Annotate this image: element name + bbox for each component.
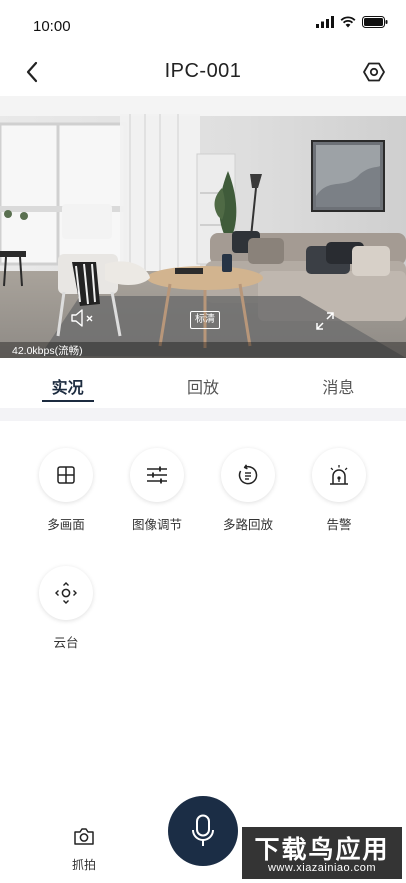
multi-screen-label: 多画面	[47, 517, 85, 532]
page-title: IPC-001	[164, 60, 242, 82]
alarm-label: 告警	[326, 517, 352, 532]
tab-live[interactable]: 实况	[0, 358, 135, 408]
snapshot-label: 抓拍	[71, 858, 96, 872]
multi-playback-circle	[221, 448, 275, 502]
talk-button[interactable]	[168, 796, 238, 866]
watermark-url: www.xiazainiao.com	[267, 862, 377, 874]
sliders-icon	[147, 466, 167, 484]
section-divider	[0, 408, 406, 421]
tab-messages[interactable]: 消息	[271, 358, 406, 408]
multi-screen-button[interactable]: 多画面	[26, 448, 106, 533]
expand-icon	[316, 312, 334, 330]
watermark-main-text: 下载鸟应用	[254, 835, 390, 864]
multi-playback-label: 多路回放	[222, 517, 273, 532]
camera-icon	[74, 828, 94, 845]
live-video-view[interactable]: 标清 42.0kbps(流畅)	[0, 96, 406, 358]
playback-icon	[238, 464, 258, 485]
bitrate-text: 42.0kbps(流畅)	[12, 345, 83, 357]
alarm-circle	[312, 448, 366, 502]
battery-icon	[362, 16, 388, 28]
tab-playback[interactable]: 回放	[135, 358, 270, 408]
nav-bar: IPC-001	[0, 50, 406, 96]
ptz-label: 云台	[53, 635, 79, 650]
ptz-button[interactable]: 云台	[26, 566, 106, 651]
status-time: 10:00	[33, 18, 71, 35]
settings-button[interactable]	[360, 58, 388, 86]
status-bar: 10:00	[0, 0, 406, 50]
fullscreen-button[interactable]	[314, 310, 336, 332]
status-icons	[316, 16, 388, 28]
microphone-icon	[192, 814, 214, 846]
signal-icon	[316, 16, 334, 28]
ptz-icon	[55, 582, 77, 604]
tab-bar: 实况 回放 消息	[0, 358, 406, 408]
bitrate-bar: 42.0kbps(流畅)	[0, 342, 406, 358]
mute-button[interactable]	[70, 308, 96, 328]
image-adjust-button[interactable]: 图像调节	[117, 448, 197, 533]
speaker-muted-icon	[71, 309, 93, 327]
image-adjust-label: 图像调节	[131, 517, 182, 532]
multi-screen-icon	[57, 466, 75, 484]
wifi-icon	[340, 16, 356, 28]
snapshot-button[interactable]: 抓拍	[54, 826, 114, 873]
ptz-circle	[39, 566, 93, 620]
multi-playback-button[interactable]: 多路回放	[208, 448, 288, 533]
image-adjust-circle	[130, 448, 184, 502]
alarm-icon	[330, 465, 348, 485]
gear-icon	[363, 62, 385, 82]
alarm-button[interactable]: 告警	[299, 448, 379, 533]
quality-toggle-button[interactable]: 标清	[190, 311, 220, 329]
multi-screen-circle	[39, 448, 93, 502]
watermark-logo: 下载鸟应用 www.xiazainiao.com	[242, 827, 402, 879]
